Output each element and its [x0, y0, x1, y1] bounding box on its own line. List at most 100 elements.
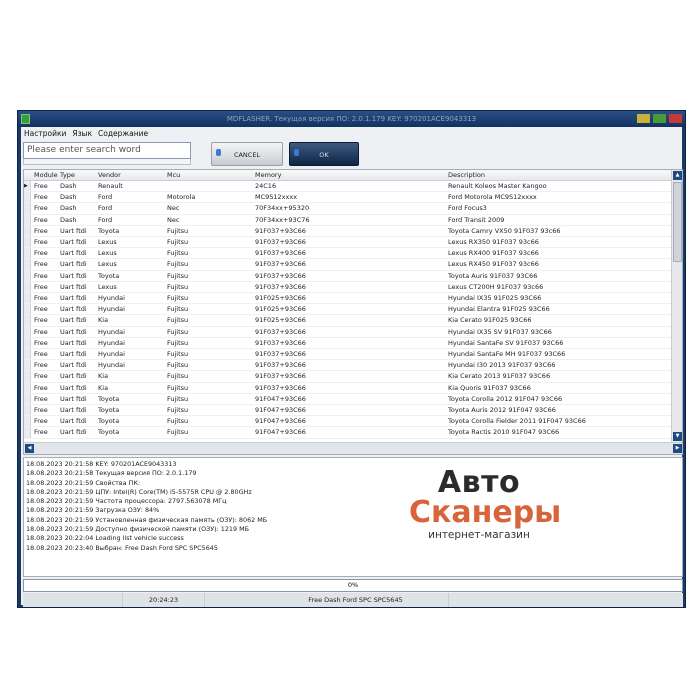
- logo-line2: Сканеры: [409, 495, 562, 530]
- cell-module: Free: [34, 271, 48, 280]
- scroll-thumb[interactable]: [673, 182, 682, 262]
- cell-type: Uart ftdi: [60, 260, 87, 269]
- scroll-down-icon[interactable]: ▼: [673, 432, 682, 441]
- row-header[interactable]: [24, 225, 31, 236]
- cell-vendor: Renault: [98, 182, 123, 190]
- row-header[interactable]: [24, 192, 31, 203]
- table-row[interactable]: ▶ Free Dash Renault 24C16 Renault Koleos Mast…: [24, 181, 673, 193]
- cell-type: Uart ftdi: [60, 394, 87, 403]
- table-row[interactable]: Free Uart ftdi Toyota Fujitsu 91F037+93C66 To…: [24, 225, 673, 237]
- cell-vendor: Toyota: [98, 428, 120, 437]
- column-header-mcu[interactable]: Mcu: [167, 170, 180, 181]
- table-row[interactable]: Free Uart ftdi Hyundai Fujitsu 91F025+93C66 H…: [24, 293, 673, 305]
- table-row[interactable]: Free Uart ftdi Lexus Fujitsu 91F037+93C66 Lex…: [24, 259, 673, 271]
- table-row[interactable]: Free Uart ftdi Lexus Fujitsu 91F037+93C66 Lex…: [24, 248, 673, 260]
- table-row[interactable]: Free Uart ftdi Toyota Fujitsu 91F047+93C66 To…: [24, 416, 673, 428]
- row-header[interactable]: [24, 416, 31, 427]
- cell-type: Dash: [60, 215, 77, 224]
- progress-label: 0%: [347, 581, 359, 589]
- table-row[interactable]: Free Uart ftdi Toyota Fujitsu 91F047+93C66 To…: [24, 393, 673, 405]
- row-header[interactable]: [24, 405, 31, 416]
- cell-description: Hyundai Elantra 91F025 93C66: [448, 305, 550, 314]
- cell-vendor: Ford: [98, 193, 113, 202]
- row-header[interactable]: [24, 315, 31, 326]
- table-row[interactable]: Free Uart ftdi Toyota Fujitsu 91F047+93C66 To…: [24, 427, 673, 439]
- row-header[interactable]: [24, 203, 31, 214]
- row-header[interactable]: [24, 382, 31, 393]
- cell-module: Free: [34, 316, 48, 325]
- cell-module: Free: [34, 305, 48, 314]
- cell-memory: 91F037+93C66: [255, 350, 306, 358]
- row-header[interactable]: [24, 214, 31, 225]
- scroll-right-icon[interactable]: ▶: [673, 444, 682, 453]
- row-header[interactable]: [24, 248, 31, 259]
- table-row[interactable]: Free Uart ftdi Hyundai Fujitsu 91F037+93C66 H…: [24, 326, 673, 338]
- table-row[interactable]: Free Uart ftdi Kia Fujitsu 91F037+93C66 Kia Q…: [24, 382, 673, 394]
- cancel-button[interactable]: CANCEL: [211, 142, 283, 166]
- table-row[interactable]: Free Uart ftdi Hyundai Fujitsu 91F037+93C66 H…: [24, 360, 673, 372]
- status-selected: Free Dash Ford SPC SPC5645: [263, 593, 449, 607]
- table-row[interactable]: Free Uart ftdi Toyota Fujitsu 91F047+93C66 To…: [24, 405, 673, 417]
- column-header-description[interactable]: Description: [448, 170, 485, 181]
- menu-language[interactable]: Язык: [72, 127, 92, 140]
- menu-contents[interactable]: Содержание: [98, 127, 148, 140]
- row-header[interactable]: [24, 349, 31, 360]
- table-row[interactable]: Free Uart ftdi Hyundai Fujitsu 91F037+93C66 H…: [24, 337, 673, 349]
- row-header[interactable]: [24, 259, 31, 270]
- scroll-left-icon[interactable]: ◀: [25, 444, 34, 453]
- cell-memory: 91F037+93C66: [255, 361, 306, 370]
- cell-module: Free: [34, 294, 48, 302]
- cell-vendor: Ford: [98, 215, 113, 224]
- row-header[interactable]: [24, 293, 31, 304]
- horizontal-scrollbar[interactable]: ◀ ▶: [24, 442, 682, 454]
- cell-vendor: Ford: [98, 204, 113, 213]
- cell-module: Free: [34, 417, 48, 426]
- table-row[interactable]: Free Uart ftdi Toyota Fujitsu 91F037+93C66 To…: [24, 270, 673, 282]
- table-row[interactable]: Free Uart ftdi Hyundai Fujitsu 91F025+93C66 H…: [24, 304, 673, 316]
- row-header[interactable]: [24, 337, 31, 348]
- log-panel: 18.08.2023 20:21:58 KEY: 970201ACE904331…: [23, 457, 683, 577]
- vertical-scrollbar[interactable]: ▲ ▼: [671, 170, 682, 442]
- menu-settings[interactable]: Настройки: [24, 127, 66, 140]
- search-input[interactable]: Please enter search word: [23, 142, 191, 159]
- table-row[interactable]: Free Uart ftdi Hyundai Fujitsu 91F037+93C66 H…: [24, 349, 673, 361]
- log-line: 18.08.2023 20:23:40 Выбран: Free Dash Fo…: [26, 543, 218, 552]
- status-time: 20:24:23: [123, 593, 205, 607]
- cell-module: Free: [34, 361, 48, 370]
- table-row[interactable]: Free Dash Ford Motorola MC9S12xxxx Ford Motor…: [24, 192, 673, 204]
- minimize-button[interactable]: [637, 114, 650, 123]
- cell-type: Uart ftdi: [60, 372, 87, 381]
- current-row-indicator-icon[interactable]: ▶: [24, 181, 31, 192]
- cell-type: Uart ftdi: [60, 361, 87, 370]
- row-header[interactable]: [24, 371, 31, 382]
- column-header-memory[interactable]: Memory: [255, 170, 281, 181]
- cell-module: Free: [34, 249, 48, 258]
- cell-mcu: Fujitsu: [167, 383, 189, 392]
- log-line: 18.08.2023 20:22:04 Loading list vehicle…: [26, 534, 184, 543]
- table-row[interactable]: Free Dash Ford Nec 70F34xx+95320 Ford Focus3: [24, 203, 673, 215]
- cell-type: Uart ftdi: [60, 249, 87, 258]
- column-header-module[interactable]: Module: [34, 170, 58, 181]
- table-row[interactable]: Free Uart ftdi Lexus Fujitsu 91F037+93C66 Lex…: [24, 237, 673, 249]
- row-header[interactable]: [24, 237, 31, 248]
- row-header[interactable]: [24, 360, 31, 371]
- column-header-vendor[interactable]: Vendor: [98, 170, 121, 181]
- maximize-button[interactable]: [653, 114, 666, 123]
- cell-memory: 91F047+93C66: [255, 394, 306, 403]
- close-button[interactable]: [669, 114, 682, 123]
- column-header-type[interactable]: Type: [60, 170, 75, 181]
- scroll-up-icon[interactable]: ▲: [673, 171, 682, 180]
- table-row[interactable]: Free Dash Ford Nec 70F34xx+93C76 Ford Transit…: [24, 214, 673, 226]
- row-header[interactable]: [24, 326, 31, 337]
- table-row[interactable]: Free Uart ftdi Lexus Fujitsu 91F037+93C66 Lex…: [24, 281, 673, 293]
- row-header[interactable]: [24, 393, 31, 404]
- row-header[interactable]: [24, 427, 31, 438]
- cell-module: Free: [34, 215, 48, 224]
- table-row[interactable]: Free Uart ftdi Kia Fujitsu 91F037+93C66 Kia C…: [24, 371, 673, 383]
- log-line: 18.08.2023 20:21:59 Установленная физиче…: [26, 515, 268, 524]
- row-header[interactable]: [24, 304, 31, 315]
- table-row[interactable]: Free Uart ftdi Kia Fujitsu 91F025+93C66 Kia C…: [24, 315, 673, 327]
- row-header[interactable]: [24, 281, 31, 292]
- row-header[interactable]: [24, 270, 31, 281]
- ok-button[interactable]: OK: [289, 142, 359, 166]
